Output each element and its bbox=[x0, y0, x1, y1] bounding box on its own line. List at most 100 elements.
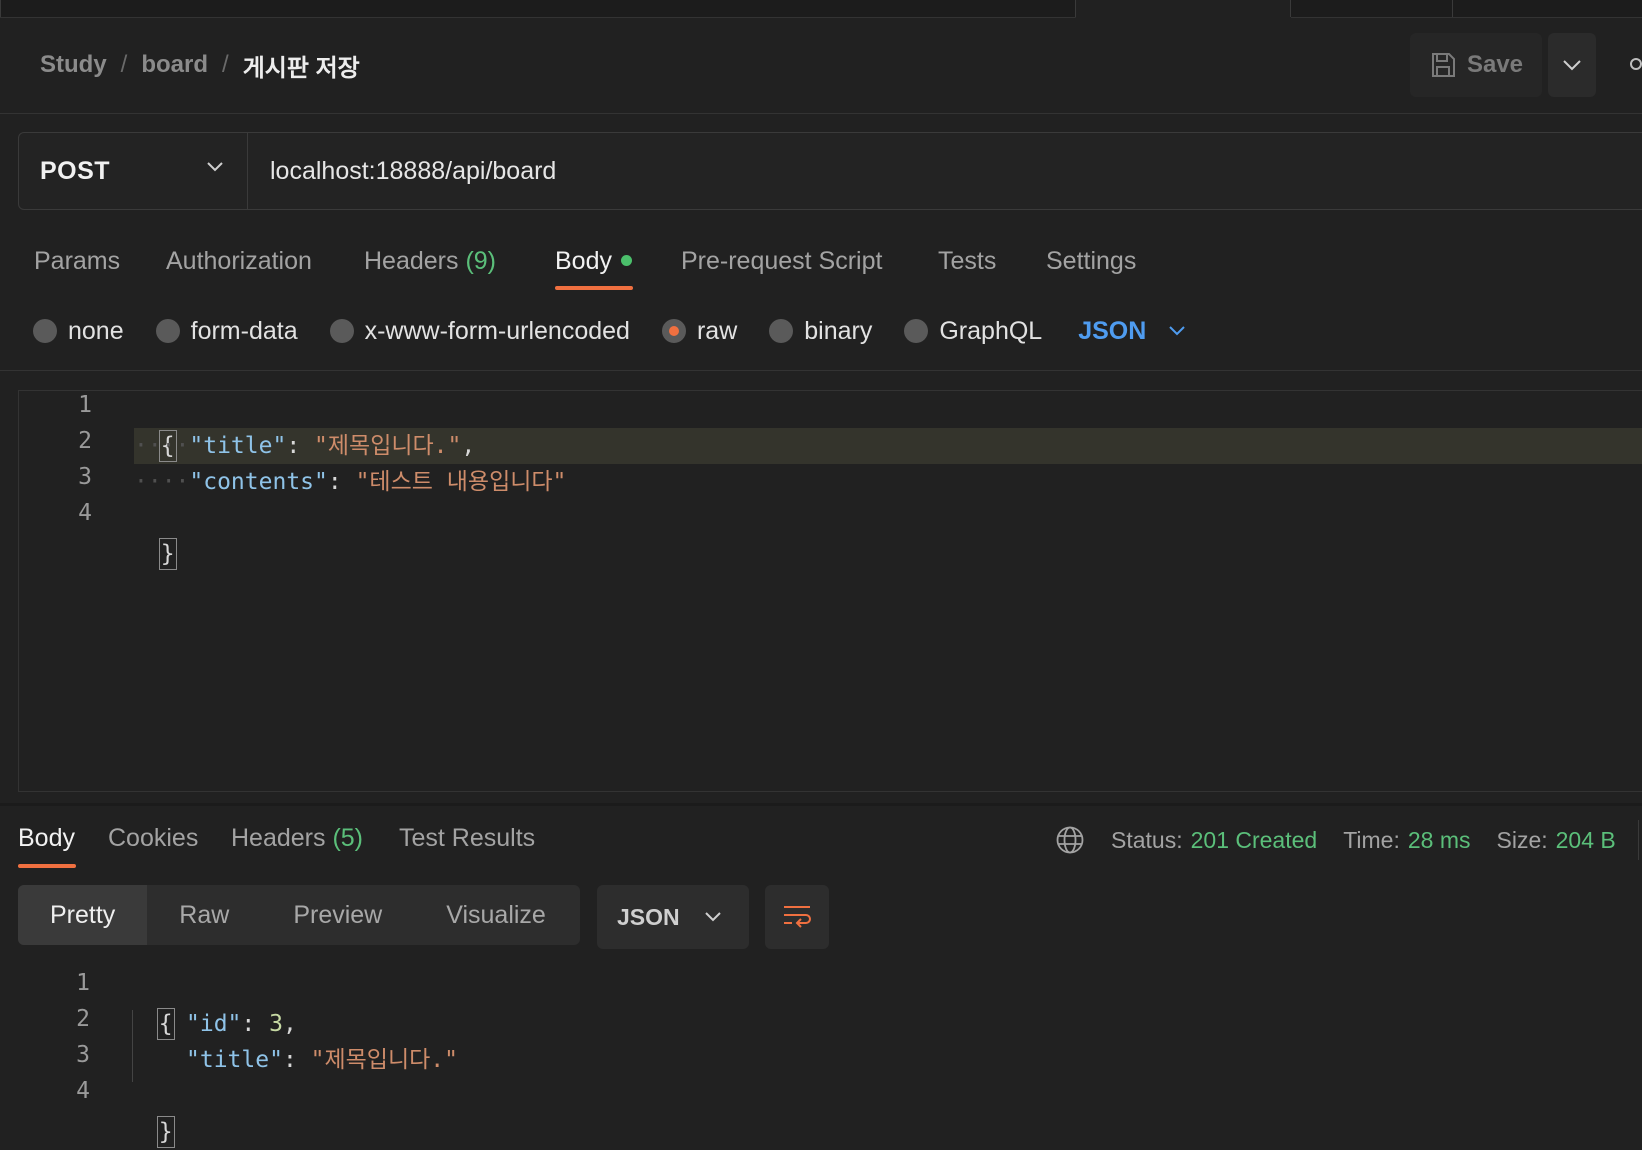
save-options-button[interactable] bbox=[1548, 33, 1596, 97]
request-title[interactable]: 게시판 저장 bbox=[243, 48, 360, 83]
method-select[interactable]: POST bbox=[18, 132, 248, 210]
tab-headers-label: Headers bbox=[364, 247, 459, 275]
save-button[interactable]: Save bbox=[1410, 33, 1542, 97]
code-line: } bbox=[131, 500, 177, 570]
response-tab-body[interactable]: Body bbox=[18, 820, 75, 856]
line-number: 1 bbox=[76, 970, 90, 996]
body-type-selector: none form-data x-www-form-urlencoded raw… bbox=[33, 313, 1186, 349]
radio-none[interactable]: none bbox=[33, 317, 124, 346]
radio-label: x-www-form-urlencoded bbox=[364, 316, 630, 345]
save-label: Save bbox=[1466, 51, 1524, 78]
pane-divider[interactable] bbox=[0, 803, 1642, 806]
radio-graphql[interactable]: GraphQL bbox=[904, 317, 1042, 346]
response-tab-headers[interactable]: Headers (5) bbox=[231, 820, 363, 856]
breadcrumb-collection[interactable]: Study bbox=[40, 51, 107, 79]
json-key: "id" bbox=[186, 1011, 242, 1037]
url-bar bbox=[18, 132, 1642, 210]
line-number: 1 bbox=[78, 392, 92, 418]
request-tab-active[interactable] bbox=[1075, 0, 1291, 18]
radio-circle bbox=[33, 319, 57, 343]
response-code-line: } bbox=[129, 1078, 175, 1148]
radio-circle bbox=[329, 319, 354, 343]
body-language-label: JSON bbox=[1078, 316, 1147, 345]
radio-form-data[interactable]: form-data bbox=[155, 316, 298, 346]
response-code-line: "id": 3, bbox=[186, 1011, 297, 1037]
tab-headers[interactable]: Headers (9) bbox=[364, 243, 496, 279]
breadcrumb-separator: / bbox=[222, 51, 229, 78]
radio-label: form-data bbox=[190, 316, 298, 345]
divider bbox=[0, 370, 1642, 371]
more-options-icon[interactable] bbox=[1630, 58, 1642, 70]
breadcrumb-folder[interactable]: board bbox=[141, 51, 208, 79]
wrap-lines-icon bbox=[782, 904, 812, 930]
chevron-down-icon bbox=[704, 911, 722, 923]
view-raw-button[interactable]: Raw bbox=[147, 885, 261, 945]
view-preview-button[interactable]: Preview bbox=[261, 885, 414, 945]
url-input[interactable]: localhost:18888/api/board bbox=[270, 132, 556, 210]
request-tab[interactable] bbox=[0, 0, 1076, 17]
tab-authorization[interactable]: Authorization bbox=[166, 243, 312, 279]
method-label: POST bbox=[40, 156, 111, 185]
code-line: ····"contents": "테스트 내용입니다" bbox=[134, 469, 567, 495]
radio-label: none bbox=[68, 316, 124, 345]
response-format-label: JSON bbox=[617, 903, 680, 930]
time-value[interactable]: 28 ms bbox=[1408, 827, 1471, 854]
code-line: ····"title": "제목입니다.", bbox=[134, 433, 476, 459]
json-string: "제목입니다." bbox=[314, 433, 462, 459]
request-tab[interactable] bbox=[1452, 0, 1642, 17]
json-key: "title" bbox=[189, 433, 287, 459]
globe-icon[interactable] bbox=[1055, 825, 1085, 855]
radio-binary[interactable]: binary bbox=[769, 317, 872, 346]
floppy-disk-icon bbox=[1429, 51, 1457, 79]
json-number: 3 bbox=[269, 1011, 283, 1037]
response-headers-count: (5) bbox=[332, 824, 364, 852]
radio-circle bbox=[904, 319, 929, 343]
view-visualize-button[interactable]: Visualize bbox=[414, 885, 578, 945]
response-tab-test-results[interactable]: Test Results bbox=[399, 820, 535, 856]
active-tab-indicator bbox=[555, 286, 633, 290]
open-brace: { bbox=[156, 1008, 175, 1040]
close-brace: } bbox=[158, 538, 177, 570]
size-value[interactable]: 204 B bbox=[1556, 827, 1616, 854]
line-number: 2 bbox=[76, 1006, 90, 1032]
chevron-down-icon bbox=[1562, 59, 1582, 71]
response-code-line: "title": "제목입니다." bbox=[186, 1047, 458, 1073]
tab-params[interactable]: Params bbox=[34, 243, 120, 279]
radio-raw[interactable]: raw bbox=[661, 316, 738, 346]
line-number: 2 bbox=[78, 428, 92, 454]
tab-tests[interactable]: Tests bbox=[938, 243, 996, 279]
body-language-select[interactable]: JSON bbox=[1078, 317, 1186, 346]
chevron-down-icon bbox=[206, 160, 224, 178]
chevron-down-icon bbox=[1168, 325, 1186, 337]
radio-circle-selected bbox=[661, 319, 686, 343]
tab-prerequest-script[interactable]: Pre-request Script bbox=[681, 243, 882, 279]
status-value[interactable]: 201 Created bbox=[1191, 827, 1318, 854]
json-string: "제목입니다." bbox=[310, 1047, 458, 1073]
code-line: { bbox=[131, 392, 177, 462]
radio-urlencoded[interactable]: x-www-form-urlencoded bbox=[329, 316, 630, 346]
tab-body[interactable]: Body bbox=[555, 243, 632, 279]
wrap-lines-button[interactable] bbox=[765, 885, 829, 949]
response-code-line: { bbox=[129, 970, 175, 1040]
tab-settings[interactable]: Settings bbox=[1046, 243, 1136, 279]
response-tab-cookies[interactable]: Cookies bbox=[108, 820, 198, 856]
active-tab-indicator bbox=[18, 864, 76, 868]
status-label: Status: bbox=[1111, 826, 1183, 853]
radio-circle bbox=[769, 319, 794, 343]
line-number: 3 bbox=[78, 464, 92, 490]
response-format-select[interactable]: JSON bbox=[597, 885, 749, 949]
json-string: "테스트 내용입니다" bbox=[355, 469, 567, 495]
breadcrumb-separator: / bbox=[120, 51, 128, 78]
radio-label: binary bbox=[804, 316, 873, 345]
radio-label: GraphQL bbox=[939, 316, 1043, 345]
line-number: 4 bbox=[78, 500, 92, 526]
modified-indicator bbox=[620, 254, 632, 266]
radio-circle bbox=[155, 319, 180, 343]
view-pretty-button[interactable]: Pretty bbox=[18, 885, 148, 945]
radio-label: raw bbox=[696, 316, 738, 345]
breadcrumb: Study / board / 게시판 저장 bbox=[40, 48, 360, 82]
response-tab-headers-label: Headers bbox=[231, 824, 326, 852]
request-tab[interactable] bbox=[1290, 0, 1453, 17]
json-key: "title" bbox=[186, 1047, 283, 1073]
tab-strip bbox=[0, 0, 1642, 18]
